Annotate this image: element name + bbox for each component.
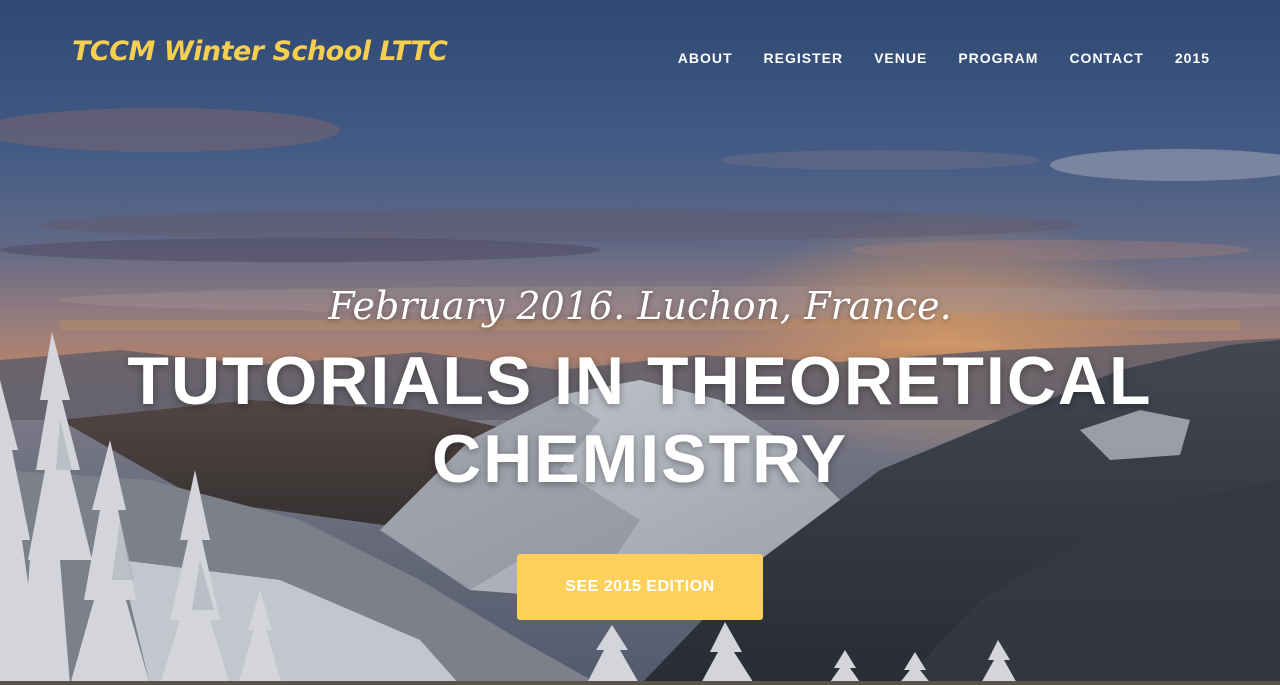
see-2015-edition-button[interactable]: SEE 2015 EDITION <box>517 554 763 620</box>
nav-item-contact: CONTACT <box>1069 48 1143 67</box>
nav-item-about: ABOUT <box>678 48 733 67</box>
nav-item-program: PROGRAM <box>958 48 1038 67</box>
nav-link-program[interactable]: PROGRAM <box>958 50 1038 66</box>
nav-link-register[interactable]: REGISTER <box>764 50 844 66</box>
nav-link-venue[interactable]: VENUE <box>874 50 927 66</box>
hero-title: TUTORIALS IN THEORETICAL CHEMISTRY <box>127 343 1153 497</box>
nav-item-venue: VENUE <box>874 48 927 67</box>
nav-link-about[interactable]: ABOUT <box>678 50 733 66</box>
nav-link-2015[interactable]: 2015 <box>1175 50 1210 66</box>
brand-logo-link[interactable]: TCCM Winter School LTTC <box>72 36 448 67</box>
nav-menu: ABOUT REGISTER VENUE PROGRAM CONTACT 201… <box>678 48 1210 67</box>
hero-content: February 2016. Luchon, France. TUTORIALS… <box>0 280 1280 498</box>
nav-link-contact[interactable]: CONTACT <box>1069 50 1143 66</box>
nav-item-2015: 2015 <box>1175 48 1210 67</box>
page-bottom-edge <box>0 681 1280 685</box>
top-navbar: TCCM Winter School LTTC ABOUT REGISTER V… <box>0 0 1280 110</box>
nav-item-register: REGISTER <box>764 48 844 67</box>
hero-section: TCCM Winter School LTTC ABOUT REGISTER V… <box>0 0 1280 685</box>
hero-subtitle: February 2016. Luchon, France. <box>328 284 952 328</box>
